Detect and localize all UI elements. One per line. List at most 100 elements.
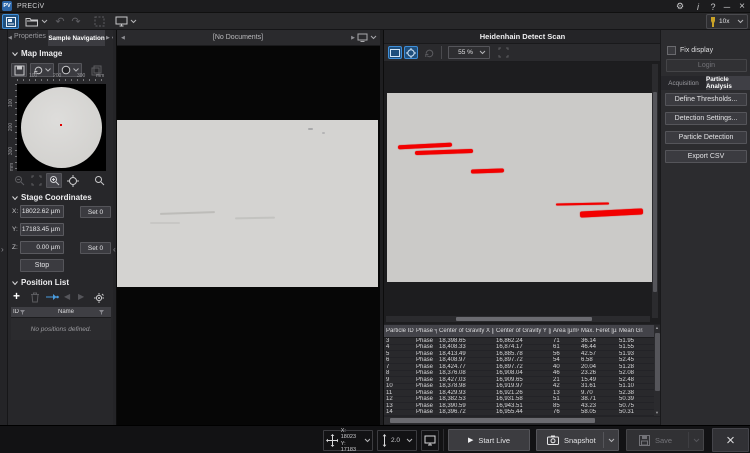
particle-cell: 51.95 <box>617 338 643 344</box>
region-select-button[interactable] <box>92 14 107 29</box>
scan-fit-button[interactable] <box>496 46 510 59</box>
map-image-section-header[interactable]: Map Image <box>12 49 62 58</box>
map-magnifier-button[interactable] <box>92 174 106 187</box>
folder-open-icon <box>25 16 39 27</box>
particle-detection-button[interactable]: Particle Detection <box>665 131 747 144</box>
help-icon[interactable]: ? <box>706 0 720 13</box>
objective-selector[interactable]: 10x <box>706 14 748 29</box>
chevron-down-icon[interactable] <box>608 438 615 443</box>
collapse-panel-icon[interactable]: ‹ <box>113 245 116 254</box>
column-particle-id[interactable]: Particle ID▲ <box>384 328 414 334</box>
column-mean-gray[interactable]: Mean Gray Va <box>617 328 643 334</box>
tab-particle-analysis[interactable]: Particle Analysis <box>706 76 750 90</box>
position-settings-button[interactable] <box>92 291 106 303</box>
empty-positions-message: No positions defined. <box>31 326 92 333</box>
z-step-readout[interactable]: 2.0 <box>377 430 417 451</box>
tab-scroll-left-icon[interactable]: ◀ <box>8 35 12 41</box>
column-max-feret[interactable]: Max. Feret [µm] <box>579 328 617 334</box>
particle-cell: 13 <box>384 403 414 409</box>
layout-display-button[interactable] <box>113 14 139 29</box>
column-phase[interactable]: Phase <box>414 328 437 334</box>
close-live-view-button[interactable]: × <box>712 428 749 452</box>
column-cog-y[interactable]: Center of Gravity Y [µm] <box>494 328 551 334</box>
scroll-up-icon[interactable]: ▲ <box>655 325 659 330</box>
particle-detection-label: Particle Detection <box>679 134 734 141</box>
undo-button[interactable]: ↶ <box>53 14 67 29</box>
table-hscroll-thumb[interactable] <box>390 418 595 423</box>
wafer-map-canvas[interactable] <box>17 84 106 171</box>
report-layout-button[interactable] <box>2 14 19 29</box>
particle-cell: 42.57 <box>579 351 617 357</box>
redo-button[interactable]: ↷ <box>69 14 83 29</box>
scan-refresh-button[interactable] <box>422 46 436 59</box>
particle-table-row[interactable]: 14Phase18,396.7216,955.447658.0550.31 <box>384 410 654 417</box>
map-zoom-out-button[interactable] <box>12 174 26 187</box>
map-fit-button[interactable] <box>29 174 43 187</box>
live-camera-image[interactable] <box>117 120 378 287</box>
doc-tab-right-icon[interactable]: ▶ <box>351 35 355 41</box>
info-icon[interactable]: i <box>691 0 705 13</box>
table-horizontal-scrollbar[interactable] <box>384 417 661 424</box>
window-close-icon[interactable]: × <box>735 0 749 13</box>
tab-properties[interactable]: Properties <box>14 33 46 40</box>
chevron-down-icon[interactable] <box>370 35 377 40</box>
scroll-down-icon[interactable]: ▼ <box>655 410 659 415</box>
tab-sample-navigation[interactable]: Sample Navigation <box>48 30 105 46</box>
position-name-column-header[interactable]: Name <box>31 309 99 315</box>
chevron-down-icon[interactable] <box>693 438 700 443</box>
map-zoom-in-button[interactable] <box>46 173 62 188</box>
position-list-section-header[interactable]: Position List <box>12 278 69 287</box>
scan-vertical-scrollbar[interactable] <box>652 64 658 318</box>
scan-vscroll-thumb[interactable] <box>653 92 657 292</box>
next-position-button[interactable]: ▶ <box>78 292 84 301</box>
stop-button[interactable]: Stop <box>20 259 64 272</box>
map-stage-navigate-button[interactable] <box>66 174 80 187</box>
previous-position-button[interactable]: ◀ <box>64 292 70 301</box>
ruler-label: 300 <box>8 147 14 155</box>
stage-xy-readout[interactable]: X: 18023 Y: 17183 <box>323 430 373 451</box>
export-csv-button[interactable]: Export CSV <box>665 150 747 163</box>
tab-scroll-right-icon[interactable]: ▶ <box>106 35 110 41</box>
open-file-button[interactable] <box>23 14 49 29</box>
fix-display-option[interactable]: Fix display <box>667 46 713 55</box>
stage-x-input[interactable]: 18022.62 µm <box>20 205 64 218</box>
scan-viewer[interactable] <box>384 62 661 324</box>
tab-acquisition[interactable]: Acquisition <box>661 76 706 90</box>
stage-z-input[interactable]: 0.00 µm <box>20 241 64 254</box>
column-area[interactable]: Area [µm²] <box>551 328 579 334</box>
set-zero-x-button[interactable]: Set 0 <box>80 206 111 218</box>
map-save-button[interactable] <box>11 63 27 77</box>
snapshot-button[interactable]: Snapshot <box>536 429 619 451</box>
add-position-button[interactable]: + <box>13 289 20 303</box>
login-button[interactable]: Login <box>666 59 747 72</box>
center-view-button[interactable] <box>404 46 418 59</box>
scan-hscroll-thumb[interactable] <box>456 317 592 321</box>
stage-coordinates-section-header[interactable]: Stage Coordinates <box>12 193 92 202</box>
define-thresholds-button[interactable]: Define Thresholds... <box>665 93 747 106</box>
particle-cell: 52.48 <box>617 377 643 383</box>
live-display-button[interactable] <box>421 430 439 451</box>
selection-region-icon <box>94 16 105 27</box>
start-live-button[interactable]: ▶ Start Live <box>448 429 530 451</box>
settings-gear-icon[interactable]: ⚙ <box>673 0 687 13</box>
fix-display-checkbox[interactable] <box>667 46 676 55</box>
column-cog-x[interactable]: Center of Gravity X [µm] <box>437 328 494 334</box>
scan-horizontal-scrollbar[interactable] <box>386 316 650 322</box>
particle-cell: 16,931.58 <box>494 396 551 402</box>
position-id-column-header[interactable]: ID <box>11 309 31 315</box>
set-zero-z-button[interactable]: Set 0 <box>80 242 111 254</box>
position-list-header: ID Name <box>11 307 111 318</box>
left-collapse-strip[interactable]: › <box>0 30 8 425</box>
move-to-position-button[interactable] <box>45 291 59 303</box>
stage-y-input[interactable]: 17183.45 µm <box>20 223 64 236</box>
expand-panel-icon[interactable]: › <box>1 245 4 254</box>
detection-settings-button[interactable]: Detection Settings... <box>665 112 747 125</box>
save-button[interactable]: Save <box>626 429 704 451</box>
minimize-icon[interactable]: ─ <box>720 0 734 13</box>
show-image-button[interactable] <box>388 46 402 59</box>
delete-position-button[interactable] <box>29 291 41 303</box>
scan-image[interactable] <box>387 93 655 282</box>
scan-zoom-selector[interactable]: 55 % <box>448 46 490 59</box>
doc-layout-icon[interactable] <box>357 33 368 42</box>
document-viewer-panel: ◀ [No Documents] ▶ <box>117 30 380 425</box>
